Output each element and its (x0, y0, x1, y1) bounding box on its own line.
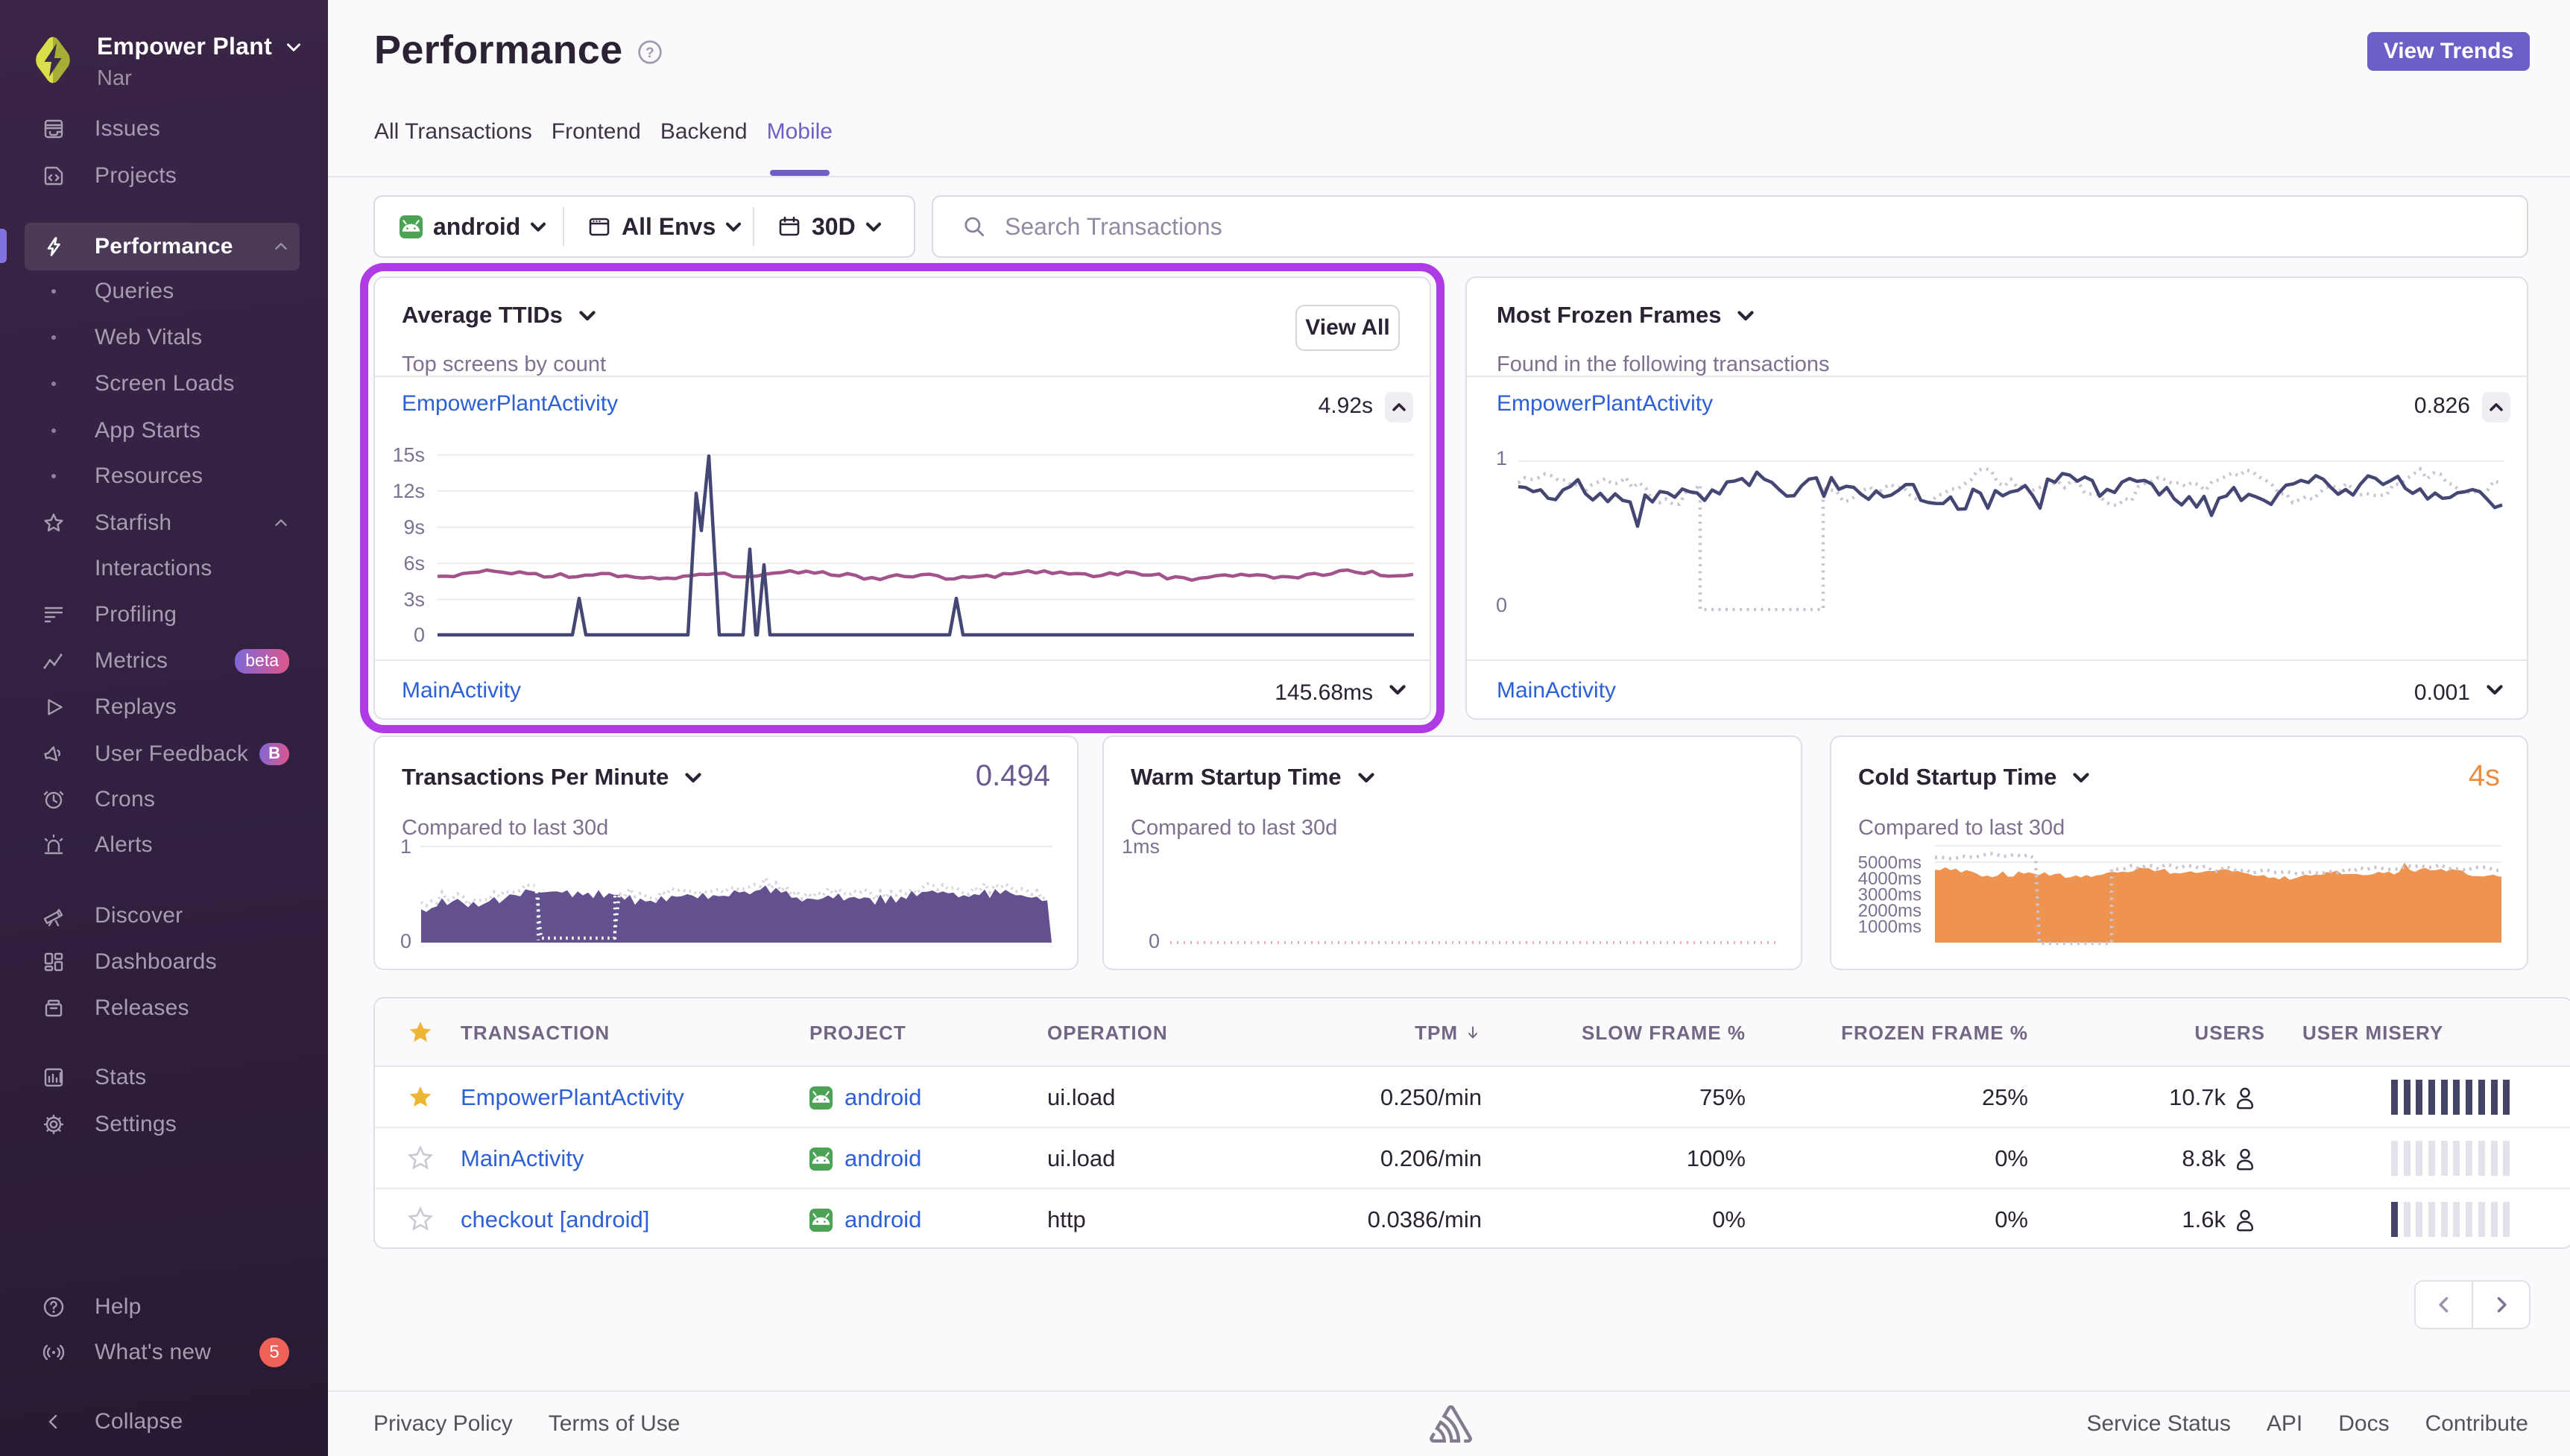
svg-text:?: ? (645, 45, 654, 61)
